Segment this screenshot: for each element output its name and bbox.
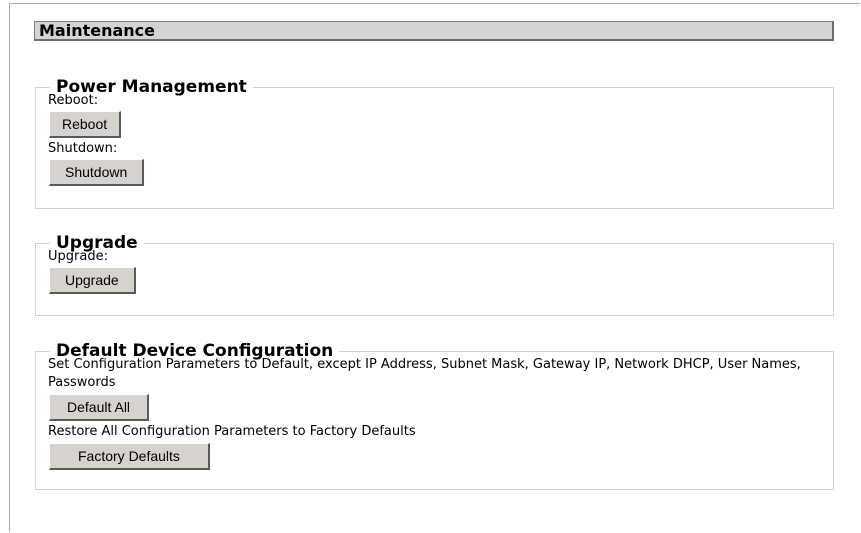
default-all-button[interactable]: Default All (49, 394, 150, 421)
default-device-configuration-section: Default Device Configuration Set Configu… (35, 342, 834, 490)
shutdown-button[interactable]: Shutdown (49, 159, 145, 186)
power-management-section: Power Management Reboot: Reboot Shutdown… (35, 78, 834, 209)
page-title: Maintenance (34, 21, 834, 41)
reboot-button[interactable]: Reboot (49, 111, 122, 138)
default-all-description: Set Configuration Parameters to Default,… (48, 357, 801, 390)
factory-defaults-button[interactable]: Factory Defaults (49, 443, 210, 470)
upgrade-button[interactable]: Upgrade (49, 267, 136, 294)
upgrade-label: Upgrade: (48, 249, 108, 264)
upgrade-section: Upgrade Upgrade: Upgrade (35, 234, 834, 316)
factory-defaults-description: Restore All Configuration Parameters to … (48, 424, 416, 439)
shutdown-label: Shutdown: (48, 141, 118, 156)
